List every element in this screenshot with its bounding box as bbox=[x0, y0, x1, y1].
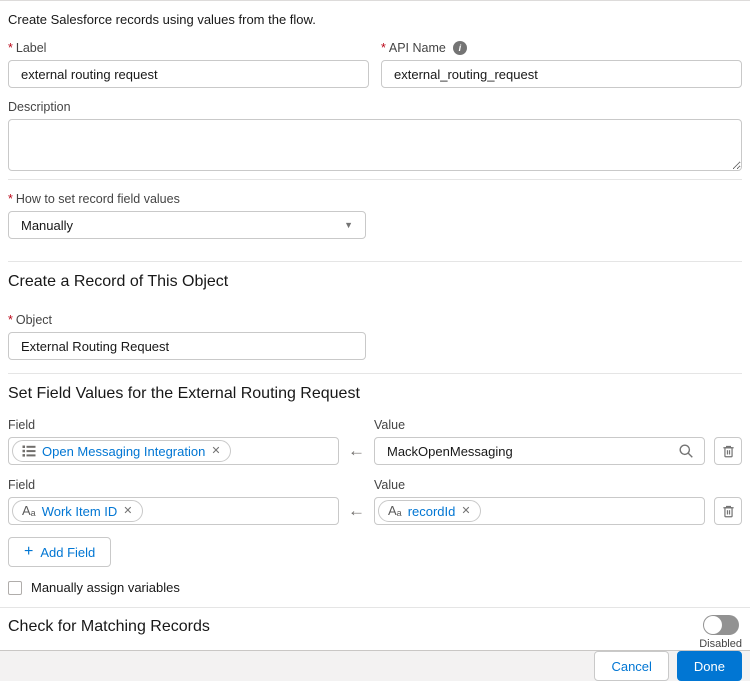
manually-assign-variables-checkbox[interactable] bbox=[8, 580, 22, 595]
divider bbox=[0, 607, 750, 608]
value-search-input[interactable] bbox=[374, 437, 705, 465]
done-button[interactable]: Done bbox=[676, 651, 742, 681]
value-column-label: Value bbox=[374, 478, 406, 492]
pill-label: Work Item ID bbox=[41, 503, 118, 519]
picklist-icon bbox=[22, 445, 36, 457]
toggle-state-label: Disabled bbox=[699, 638, 742, 650]
divider bbox=[8, 179, 742, 180]
delete-row-button[interactable] bbox=[714, 497, 742, 525]
add-field-button[interactable]: + Add Field bbox=[8, 537, 112, 567]
manually-assign-variables-row[interactable]: Manually assign variables bbox=[8, 580, 742, 595]
toggle-knob bbox=[703, 616, 722, 634]
close-icon[interactable]: ✕ bbox=[123, 505, 132, 517]
description-textarea[interactable] bbox=[8, 119, 742, 171]
set-field-values-section-title: Set Field Values for the External Routin… bbox=[8, 385, 360, 402]
info-icon[interactable]: i bbox=[452, 41, 467, 55]
description-field-label: Description bbox=[8, 100, 71, 114]
value-pill-input[interactable]: Aa recordId ✕ bbox=[374, 497, 705, 525]
field-pill[interactable]: Aa Work Item ID ✕ bbox=[12, 500, 143, 522]
value-pill[interactable]: Aa recordId ✕ bbox=[378, 500, 481, 522]
check-matching-records-toggle[interactable] bbox=[702, 615, 739, 635]
how-to-set-dropdown[interactable]: Manually ▼ bbox=[8, 211, 366, 239]
cancel-button[interactable]: Cancel bbox=[594, 651, 669, 681]
object-input[interactable] bbox=[8, 332, 366, 360]
plus-icon: + bbox=[24, 543, 34, 560]
text-type-icon: Aa bbox=[22, 503, 36, 518]
create-records-panel: Create Salesforce records using values f… bbox=[0, 0, 750, 681]
field-column-label: Field bbox=[8, 418, 36, 432]
api-name-field-label: * API Name i bbox=[381, 41, 742, 55]
field-pill[interactable]: Open Messaging Integration ✕ bbox=[12, 440, 231, 462]
label-input[interactable] bbox=[8, 60, 369, 88]
required-asterisk: * bbox=[8, 41, 13, 55]
close-icon[interactable]: ✕ bbox=[461, 505, 470, 517]
arrow-left-icon: ← bbox=[348, 441, 365, 460]
object-field-label: * Object bbox=[8, 313, 53, 327]
field-value-row: Field Open Messaging Integration ✕ ← Val… bbox=[8, 418, 742, 465]
api-name-input[interactable] bbox=[381, 60, 742, 88]
field-value-row: Field Aa Work Item ID ✕ ← Value A a reco… bbox=[8, 478, 742, 525]
value-column-label: Value bbox=[374, 418, 406, 432]
field-pill-input[interactable]: Aa Work Item ID ✕ bbox=[8, 497, 339, 525]
how-to-set-field-label: * How to set record field values bbox=[8, 192, 180, 206]
close-icon[interactable]: ✕ bbox=[211, 445, 220, 457]
pill-label: recordId bbox=[407, 503, 456, 519]
divider bbox=[8, 373, 742, 374]
chevron-down-icon: ▼ bbox=[344, 220, 353, 230]
search-icon[interactable] bbox=[678, 443, 694, 459]
check-matching-records-title: Check for Matching Records bbox=[8, 618, 210, 635]
dropdown-selected-value: Manually bbox=[21, 217, 74, 233]
field-pill-input[interactable]: Open Messaging Integration ✕ bbox=[8, 437, 339, 465]
required-asterisk: * bbox=[381, 41, 386, 55]
trash-icon bbox=[722, 505, 734, 517]
create-record-section-title: Create a Record of This Object bbox=[8, 273, 229, 290]
checkbox-label: Manually assign variables bbox=[31, 580, 180, 595]
label-field-label: * Label bbox=[8, 41, 47, 55]
arrow-left-icon: ← bbox=[348, 501, 365, 520]
delete-row-button[interactable] bbox=[714, 437, 742, 465]
text-type-icon: Aa bbox=[388, 503, 402, 518]
trash-icon bbox=[722, 445, 734, 457]
footer-bar: Cancel Done bbox=[0, 650, 750, 681]
divider bbox=[8, 261, 742, 262]
field-column-label: Field bbox=[8, 478, 36, 492]
required-asterisk: * bbox=[8, 313, 13, 327]
pill-label: Open Messaging Integration bbox=[42, 443, 206, 459]
required-asterisk: * bbox=[8, 192, 13, 206]
panel-description: Create Salesforce records using values f… bbox=[8, 12, 316, 27]
